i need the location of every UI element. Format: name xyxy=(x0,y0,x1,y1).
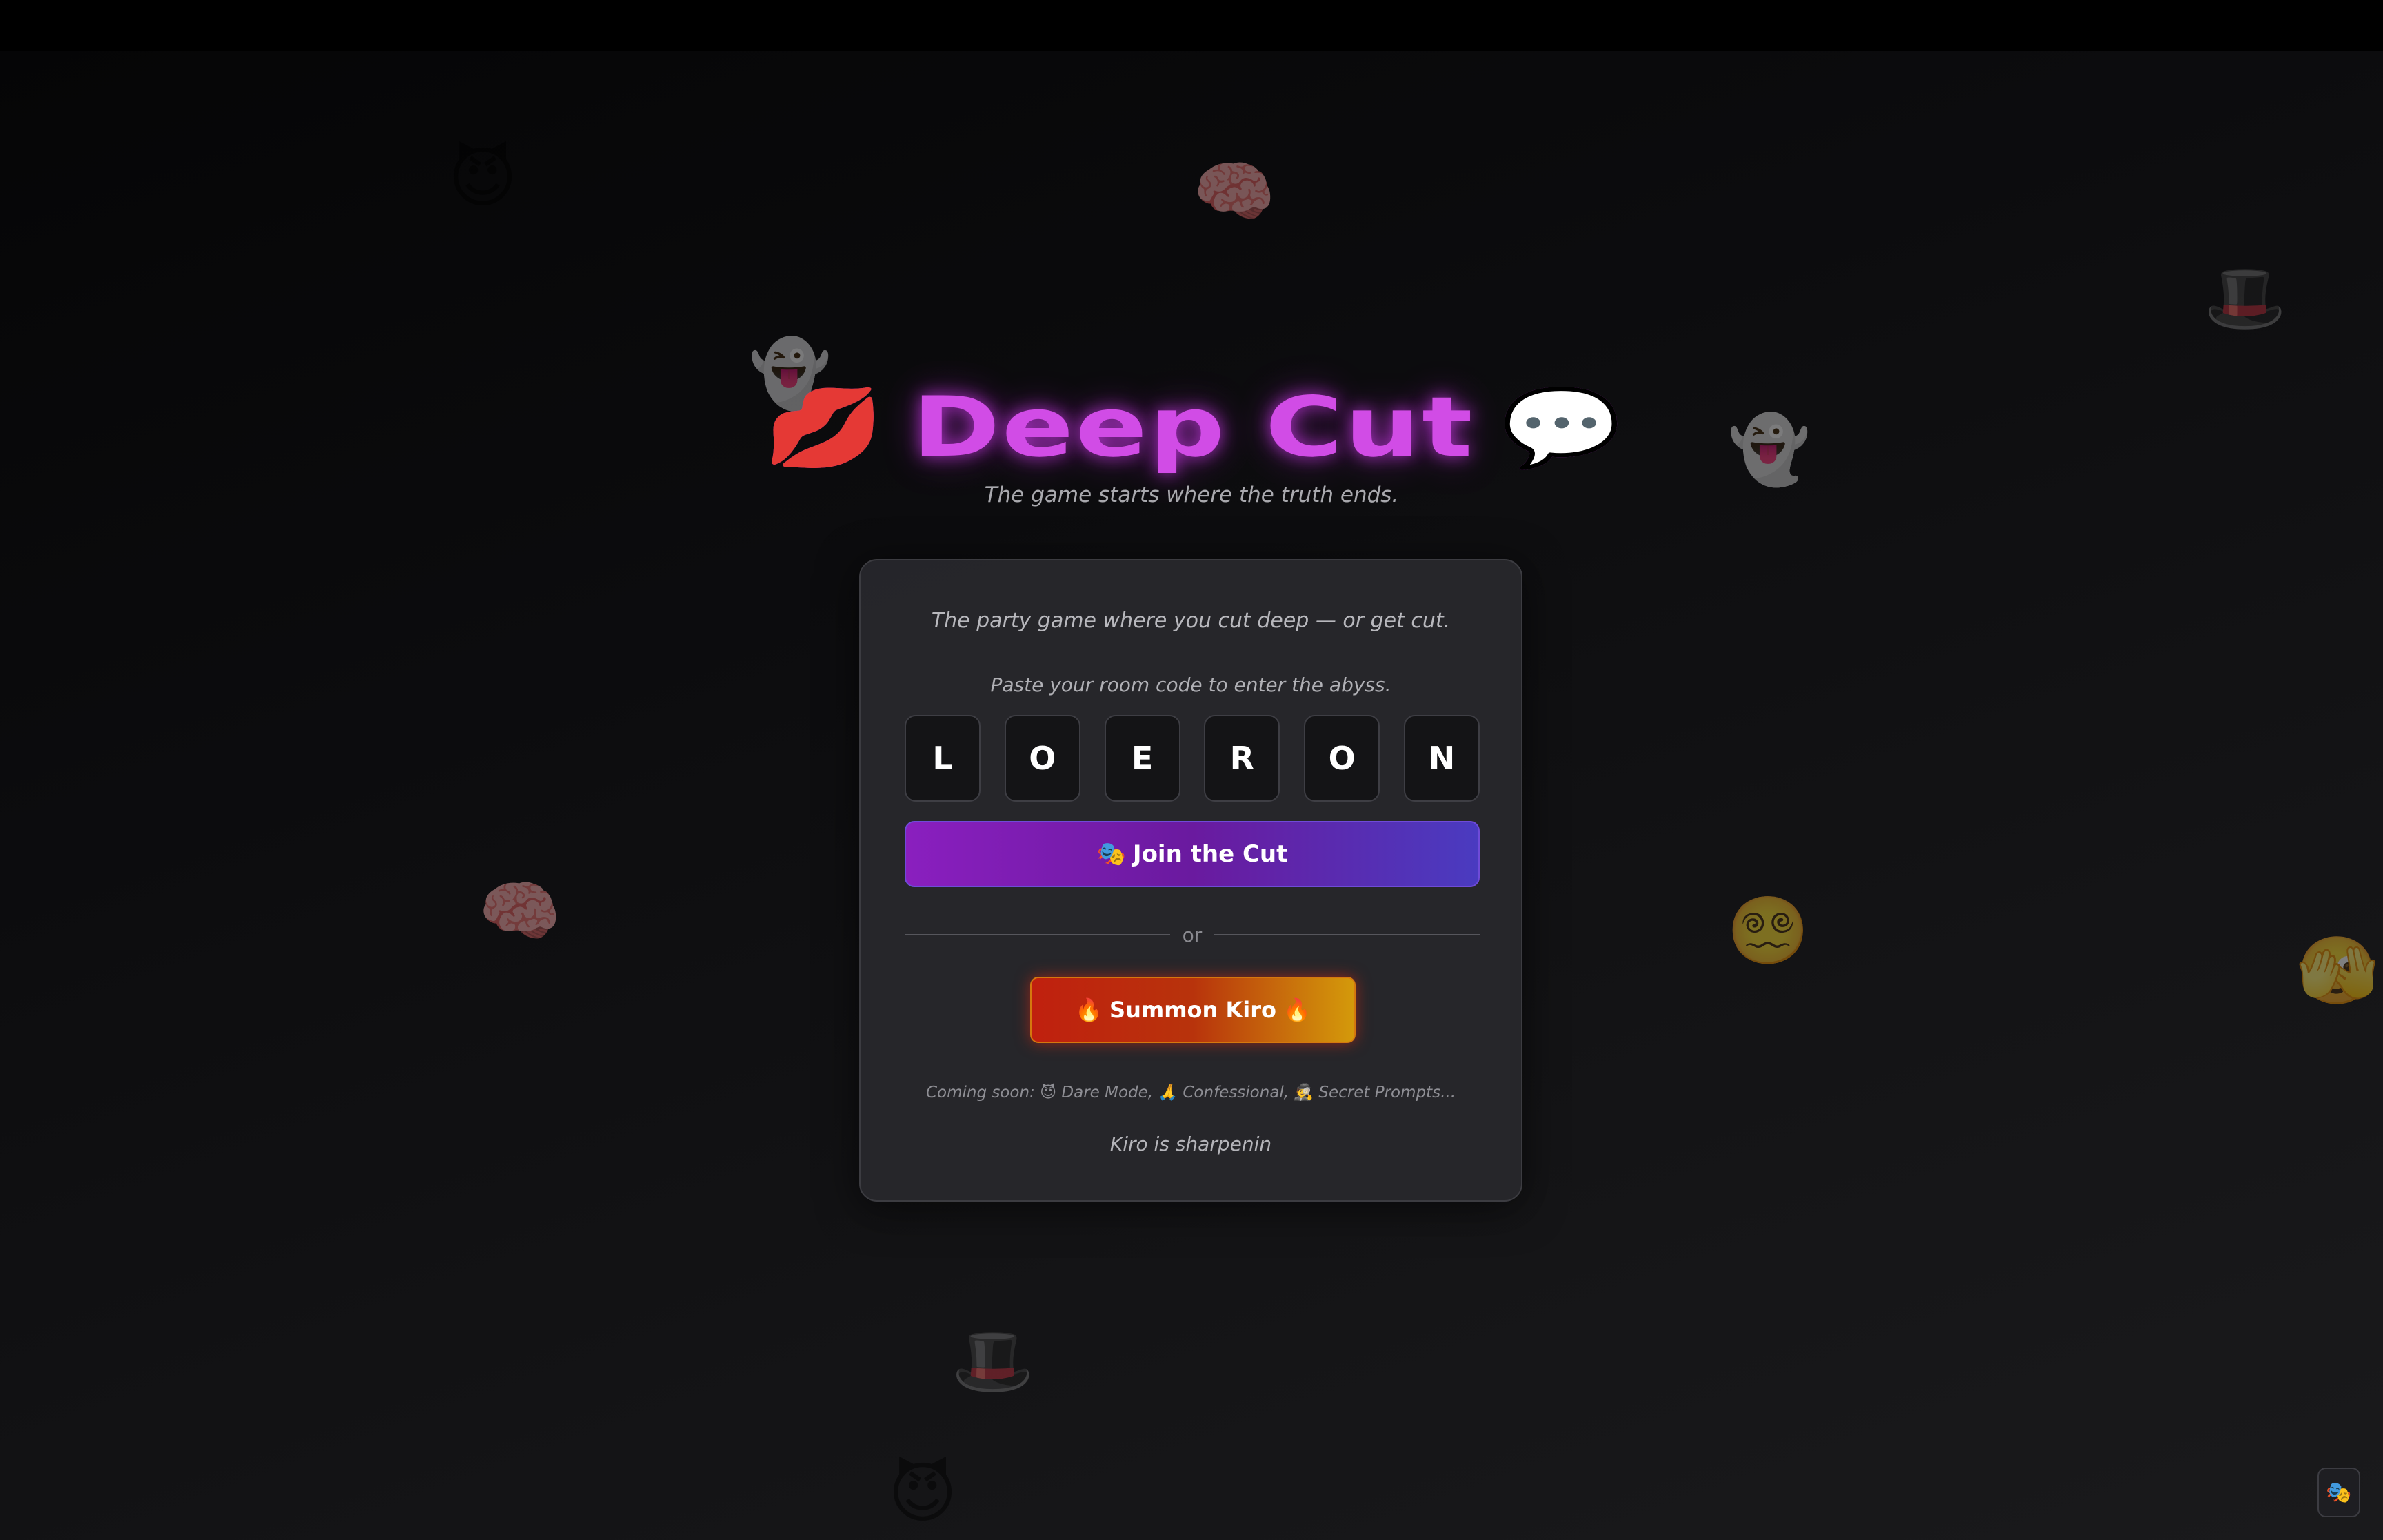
dizzy-face-icon: 😵‍💫 xyxy=(1727,892,1809,969)
top-hat-icon: 🎩 xyxy=(2204,259,2286,336)
divider-line xyxy=(905,934,1170,935)
title-area: 💋 Deep Cut 💬 xyxy=(745,372,1641,483)
room-code-char-2[interactable]: O xyxy=(1004,715,1080,802)
room-code-char-6[interactable]: N xyxy=(1403,715,1480,802)
ghost-icon: 👻 xyxy=(1728,411,1811,488)
summon-button-label: Summon Kiro xyxy=(1109,997,1276,1023)
card-tagline: The party game where you cut deep — or g… xyxy=(931,609,1451,633)
brain-icon: 🧠 xyxy=(1193,153,1276,230)
page: 😈 🧠 🎩 👻 👻 🧠 😵‍💫 🫣 🎩 😈 💋 Deep Cut 💬 The g… xyxy=(0,0,2383,1540)
top-hat-icon: 🎩 xyxy=(952,1322,1034,1399)
speech-bubble-icon: 💬 xyxy=(1500,383,1623,472)
or-divider: or xyxy=(905,923,1480,946)
fire-icon: 🔥 xyxy=(1283,997,1311,1023)
room-code-input: L O E R O N xyxy=(905,715,1480,802)
brain-icon: 🧠 xyxy=(479,873,561,950)
join-button-label: Join the Cut xyxy=(1132,840,1288,868)
devil-icon: 😈 xyxy=(448,139,518,216)
divider-text: or xyxy=(1182,923,1203,946)
room-code-prompt: Paste your room code to enter the abyss. xyxy=(990,673,1391,696)
peeking-face-icon: 🫣 xyxy=(2296,932,2379,1009)
devil-icon: 😈 xyxy=(888,1455,958,1532)
app-title-text: Deep Cut xyxy=(912,379,1474,476)
room-code-char-3[interactable]: E xyxy=(1104,715,1180,802)
lips-icon: 💋 xyxy=(763,383,885,472)
coming-soon-text: Coming soon: 😈 Dare Mode, 🙏 Confessional… xyxy=(925,1084,1456,1102)
room-code-char-1[interactable]: L xyxy=(905,715,981,802)
room-code-char-4[interactable]: R xyxy=(1204,715,1280,802)
join-card: The party game where you cut deep — or g… xyxy=(859,559,1522,1202)
theater-masks-icon: 🎭 xyxy=(1096,840,1126,868)
app-subtitle: The game starts where the truth ends. xyxy=(984,483,1399,507)
summon-kiro-button[interactable]: 🔥 Summon Kiro 🔥 xyxy=(1030,977,1356,1043)
fire-icon: 🔥 xyxy=(1075,997,1103,1023)
room-code-char-5[interactable]: O xyxy=(1304,715,1380,802)
kiro-status-text: Kiro is sharpenin xyxy=(1109,1133,1272,1155)
app-title: 💋 Deep Cut 💬 xyxy=(763,380,1623,476)
top-bar xyxy=(0,0,2383,51)
theater-menu-button[interactable]: 🎭 xyxy=(2317,1468,2360,1517)
theater-masks-icon: 🎭 xyxy=(2326,1480,2352,1505)
join-button[interactable]: 🎭 Join the Cut xyxy=(905,821,1480,887)
divider-line xyxy=(1214,934,1480,935)
